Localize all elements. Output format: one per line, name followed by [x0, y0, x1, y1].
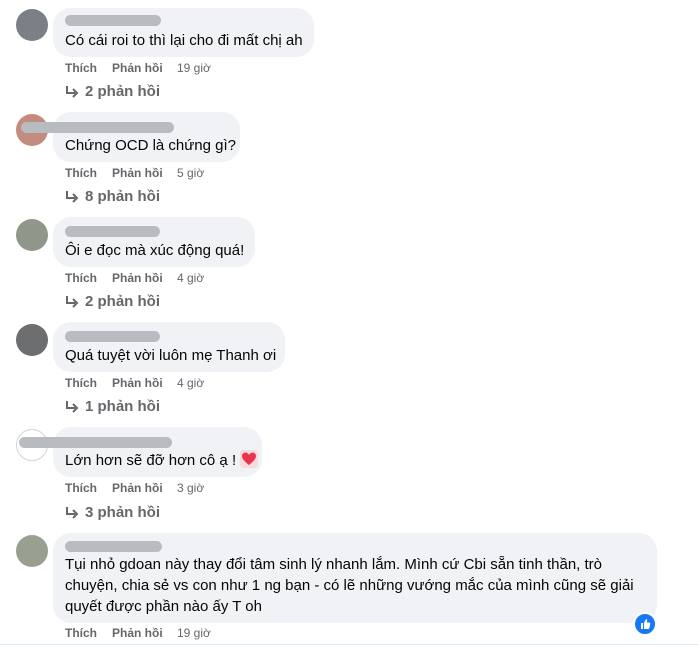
avatar[interactable]: [16, 219, 48, 251]
reply-arrow-icon: [66, 86, 79, 98]
avatar[interactable]: [16, 535, 48, 567]
comment-bubble: Chứng OCD là chứng gì?: [21, 112, 240, 162]
reply-button[interactable]: Phản hồi: [112, 60, 177, 76]
comment-bubble: Lớn hơn sẽ đỡ hơn cô ạ !: [19, 427, 262, 477]
like-button[interactable]: Thích: [65, 270, 112, 286]
author-name-redacted[interactable]: [65, 541, 162, 552]
comment-actions: Thích Phản hồi 5 giờ: [65, 165, 204, 181]
comment-text: Ôi e đọc mà xúc động quá!: [65, 242, 245, 259]
like-button[interactable]: Thích: [65, 625, 112, 641]
comment-text: Chứng OCD là chứng gì?: [65, 137, 236, 154]
timestamp[interactable]: 4 giờ: [177, 375, 204, 391]
author-name-redacted[interactable]: [65, 226, 160, 237]
like-reaction-icon[interactable]: [633, 612, 657, 636]
author-name-redacted[interactable]: [19, 437, 172, 448]
comment-actions: Thích Phản hồi 4 giờ: [65, 270, 204, 286]
replies-count: 8 phản hồi: [85, 188, 160, 205]
comment-actions: Thích Phản hồi 19 giờ: [65, 60, 211, 76]
view-replies-link[interactable]: 8 phản hồi: [65, 187, 160, 207]
replies-count: 2 phản hồi: [85, 83, 160, 100]
reply-arrow-icon: [66, 507, 79, 519]
comment-bubble: Có cái roi to thì lại cho đi mất chị ah: [53, 8, 314, 57]
like-button[interactable]: Thích: [65, 375, 112, 391]
view-replies-link[interactable]: 1 phản hồi: [65, 397, 160, 417]
timestamp[interactable]: 3 giờ: [177, 480, 204, 496]
replies-count: 1 phản hồi: [85, 398, 160, 415]
comment-text: Tụi nhỏ gdoan này thay đổi tâm sinh lý n…: [65, 556, 634, 615]
reply-button[interactable]: Phản hồi: [112, 480, 177, 496]
reply-arrow-icon: [66, 191, 79, 203]
timestamp[interactable]: 5 giờ: [177, 165, 204, 181]
comment-text-content: Lớn hơn sẽ đỡ hơn cô ạ !: [65, 452, 237, 469]
reply-button[interactable]: Phản hồi: [112, 165, 177, 181]
comment-text: Có cái roi to thì lại cho đi mất chị ah: [65, 32, 303, 49]
author-name-redacted[interactable]: [65, 15, 161, 26]
reply-arrow-icon: [66, 401, 79, 413]
reply-button[interactable]: Phản hồi: [112, 625, 177, 641]
timestamp[interactable]: 19 giờ: [177, 625, 211, 641]
like-button[interactable]: Thích: [65, 165, 112, 181]
reply-button[interactable]: Phản hồi: [112, 375, 177, 391]
comment-bubble: Quá tuyệt vời luôn mẹ Thanh ơi: [53, 322, 285, 372]
comment-actions: Thích Phản hồi 4 giờ: [65, 375, 204, 391]
replies-count: 3 phản hồi: [85, 504, 160, 521]
reply-arrow-icon: [66, 296, 79, 308]
like-button[interactable]: Thích: [65, 60, 112, 76]
replies-count: 2 phản hồi: [85, 293, 160, 310]
comment-actions: Thích Phản hồi 3 giờ: [65, 480, 204, 496]
like-button[interactable]: Thích: [65, 480, 112, 496]
comment-text: Lớn hơn sẽ đỡ hơn cô ạ !: [65, 450, 259, 471]
comment-bubble: Ôi e đọc mà xúc động quá!: [53, 217, 255, 267]
reply-button[interactable]: Phản hồi: [112, 270, 177, 286]
author-name-redacted[interactable]: [65, 331, 160, 342]
timestamp[interactable]: 4 giờ: [177, 270, 204, 286]
comment-actions: Thích Phản hồi 19 giờ: [65, 625, 211, 641]
view-replies-link[interactable]: 2 phản hồi: [65, 292, 160, 312]
comment-text: Quá tuyệt vời luôn mẹ Thanh ơi: [65, 347, 277, 364]
avatar[interactable]: [16, 324, 48, 356]
heart-emoji-icon: [240, 450, 259, 468]
avatar[interactable]: [16, 9, 48, 41]
comment-bubble: Tụi nhỏ gdoan này thay đổi tâm sinh lý n…: [53, 533, 657, 623]
view-replies-link[interactable]: 3 phản hồi: [65, 503, 160, 523]
author-name-redacted[interactable]: [21, 122, 174, 133]
view-replies-link[interactable]: 2 phản hồi: [65, 82, 160, 102]
timestamp[interactable]: 19 giờ: [177, 60, 211, 76]
